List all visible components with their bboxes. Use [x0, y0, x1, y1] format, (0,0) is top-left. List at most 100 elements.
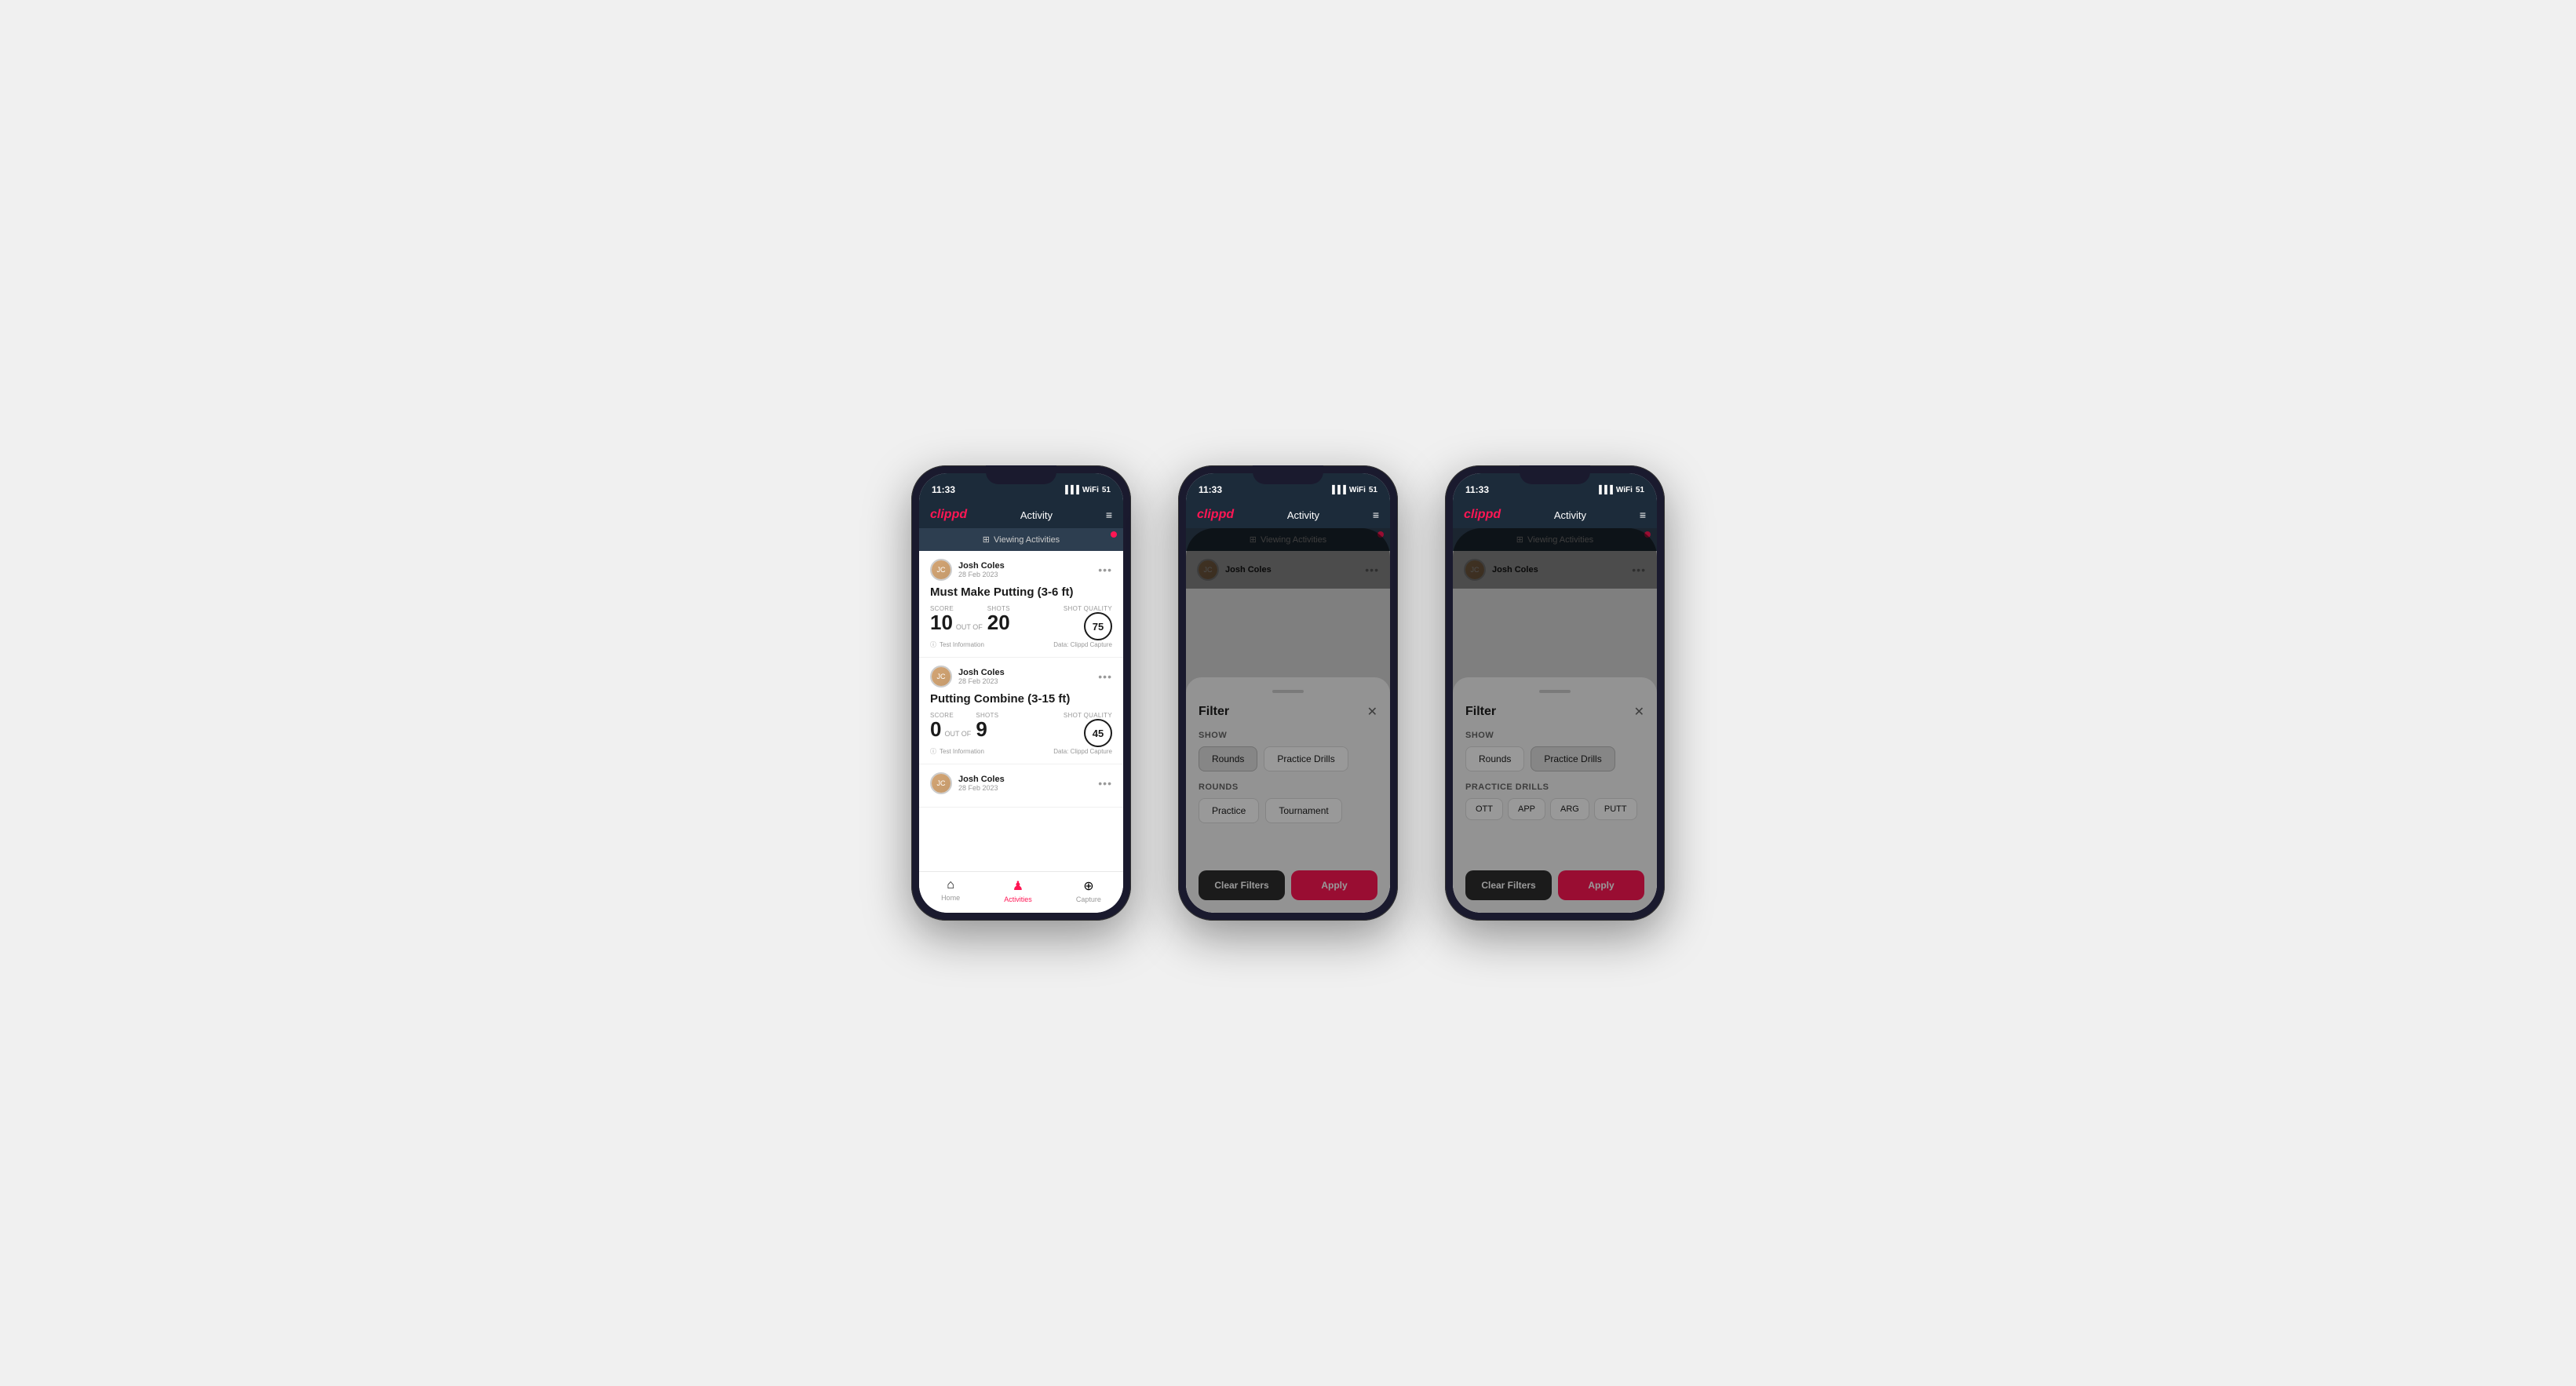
- notch-2: [1253, 465, 1323, 484]
- nav-home-1[interactable]: ⌂ Home: [941, 878, 960, 903]
- app-header-2: clippd Activity ≡: [1186, 502, 1390, 528]
- close-btn-2[interactable]: ✕: [1367, 704, 1377, 720]
- card-footer-1: ⓘ Test Information Data: Clippd Capture: [930, 640, 1112, 649]
- header-title-2: Activity: [1287, 509, 1319, 521]
- filter-overlay-3: Filter ✕ Show Rounds Practice Drills Pra…: [1453, 528, 1657, 913]
- avatar-2: JC: [930, 666, 952, 688]
- show-buttons-2: Rounds Practice Drills: [1199, 746, 1377, 771]
- practice-btn-2[interactable]: Practice: [1199, 798, 1259, 823]
- rounds-label-2: Rounds: [1199, 782, 1377, 792]
- notch-3: [1520, 465, 1590, 484]
- filter-sheet-3: Filter ✕ Show Rounds Practice Drills Pra…: [1453, 677, 1657, 913]
- screens-container: 11:33 ▐▐▐ WiFi 51 clippd Activity ≡ ⊞ Vi…: [911, 465, 1665, 921]
- filter-icon-1: ⊞: [983, 534, 990, 545]
- info-icon-2: ⓘ: [930, 747, 936, 756]
- user-name-3: Josh Coles: [958, 775, 1005, 784]
- test-info-2: ⓘ Test Information: [930, 747, 984, 756]
- viewing-bar-text-1: ⊞ Viewing Activities: [983, 534, 1060, 545]
- activities-icon-1: ♟: [1013, 878, 1023, 894]
- test-info-1: ⓘ Test Information: [930, 640, 984, 649]
- putt-btn-3[interactable]: PUTT: [1594, 798, 1637, 820]
- nav-capture-1[interactable]: ⊕ Capture: [1076, 878, 1101, 903]
- status-icons-2: ▐▐▐ WiFi 51: [1330, 486, 1377, 494]
- notch-1: [986, 465, 1056, 484]
- logo-1: clippd: [930, 508, 967, 522]
- activity-card-2: JC Josh Coles 28 Feb 2023 ••• Putting Co…: [919, 658, 1123, 764]
- ott-btn-3[interactable]: OTT: [1465, 798, 1503, 820]
- avatar-3: JC: [930, 772, 952, 794]
- sq-label-1: Shot Quality: [1064, 605, 1112, 612]
- card-header-2: JC Josh Coles 28 Feb 2023 •••: [930, 666, 1112, 688]
- user-name-1: Josh Coles: [958, 561, 1005, 571]
- filter-footer-3: Clear Filters Apply: [1465, 859, 1644, 900]
- filter-header-3: Filter ✕: [1465, 704, 1644, 720]
- data-label-1: Data: Clippd Capture: [1053, 641, 1112, 648]
- shots-value-2: 9: [976, 717, 987, 741]
- activities-label-1: Activities: [1004, 895, 1032, 903]
- outof-2: OUT OF: [944, 730, 971, 738]
- wifi-icon-2: WiFi: [1349, 486, 1366, 494]
- status-icons-3: ▐▐▐ WiFi 51: [1596, 486, 1644, 494]
- card-footer-2: ⓘ Test Information Data: Clippd Capture: [930, 747, 1112, 756]
- menu-btn-1[interactable]: ≡: [1106, 509, 1112, 521]
- header-title-1: Activity: [1020, 509, 1053, 521]
- arg-btn-3[interactable]: ARG: [1550, 798, 1589, 820]
- show-buttons-3: Rounds Practice Drills: [1465, 746, 1644, 771]
- activity-card-3: JC Josh Coles 28 Feb 2023 •••: [919, 764, 1123, 808]
- filter-title-3: Filter: [1465, 705, 1496, 719]
- viewing-bar-1[interactable]: ⊞ Viewing Activities: [919, 528, 1123, 551]
- drills-show-btn-2[interactable]: Practice Drills: [1264, 746, 1348, 771]
- menu-btn-2[interactable]: ≡: [1373, 509, 1379, 521]
- phone-2: 11:33 ▐▐▐ WiFi 51 clippd Activity ≡ ⊞: [1178, 465, 1398, 921]
- apply-btn-3[interactable]: Apply: [1558, 870, 1644, 900]
- user-date-2: 28 Feb 2023: [958, 677, 1005, 685]
- show-label-2: Show: [1199, 731, 1377, 740]
- shots-value-1: 20: [987, 611, 1010, 634]
- screen-3: 11:33 ▐▐▐ WiFi 51 clippd Activity ≡ ⊞: [1453, 473, 1657, 913]
- rounds-show-btn-2[interactable]: Rounds: [1199, 746, 1257, 771]
- sq-label-2: Shot Quality: [1064, 712, 1112, 719]
- phone-1: 11:33 ▐▐▐ WiFi 51 clippd Activity ≡ ⊞ Vi…: [911, 465, 1131, 921]
- menu-btn-3[interactable]: ≡: [1640, 509, 1646, 521]
- drills-show-btn-3[interactable]: Practice Drills: [1531, 746, 1615, 771]
- nav-activities-1[interactable]: ♟ Activities: [1004, 878, 1032, 903]
- drill-tags-3: OTT APP ARG PUTT: [1465, 798, 1644, 820]
- sheet-handle-2: [1272, 690, 1304, 693]
- filter-footer-2: Clear Filters Apply: [1199, 859, 1377, 900]
- user-info-2: JC Josh Coles 28 Feb 2023: [930, 666, 1005, 688]
- battery-icon-2: 51: [1369, 486, 1377, 494]
- card-header-3: JC Josh Coles 28 Feb 2023 •••: [930, 772, 1112, 794]
- filter-sheet-2: Filter ✕ Show Rounds Practice Drills Rou…: [1186, 677, 1390, 913]
- score-value-2: 0: [930, 719, 941, 739]
- clear-btn-3[interactable]: Clear Filters: [1465, 870, 1552, 900]
- signal-icon-1: ▐▐▐: [1063, 486, 1079, 494]
- time-2: 11:33: [1199, 484, 1222, 495]
- user-name-2: Josh Coles: [958, 668, 1005, 677]
- time-1: 11:33: [932, 484, 955, 495]
- show-label-3: Show: [1465, 731, 1644, 740]
- home-icon-1: ⌂: [947, 878, 954, 892]
- header-title-3: Activity: [1554, 509, 1586, 521]
- battery-icon-1: 51: [1102, 486, 1111, 494]
- activity-title-1: Must Make Putting (3-6 ft): [930, 585, 1112, 599]
- more-btn-1[interactable]: •••: [1098, 564, 1112, 576]
- close-btn-3[interactable]: ✕: [1634, 704, 1644, 720]
- screen-2: 11:33 ▐▐▐ WiFi 51 clippd Activity ≡ ⊞: [1186, 473, 1390, 913]
- user-info-1: JC Josh Coles 28 Feb 2023: [930, 559, 1005, 581]
- home-label-1: Home: [941, 894, 960, 902]
- more-btn-3[interactable]: •••: [1098, 777, 1112, 790]
- rounds-show-btn-3[interactable]: Rounds: [1465, 746, 1524, 771]
- user-date-1: 28 Feb 2023: [958, 571, 1005, 578]
- tournament-btn-2[interactable]: Tournament: [1265, 798, 1341, 823]
- score-value-1: 10: [930, 612, 953, 633]
- clear-btn-2[interactable]: Clear Filters: [1199, 870, 1285, 900]
- drills-label-3: Practice Drills: [1465, 782, 1644, 792]
- apply-btn-2[interactable]: Apply: [1291, 870, 1377, 900]
- filter-overlay-2: Filter ✕ Show Rounds Practice Drills Rou…: [1186, 528, 1390, 913]
- more-btn-2[interactable]: •••: [1098, 670, 1112, 683]
- app-btn-3[interactable]: APP: [1508, 798, 1545, 820]
- screen-1: 11:33 ▐▐▐ WiFi 51 clippd Activity ≡ ⊞ Vi…: [919, 473, 1123, 913]
- activity-list-1: JC Josh Coles 28 Feb 2023 ••• Must Make …: [919, 551, 1123, 871]
- sq-badge-1: 75: [1084, 612, 1112, 640]
- sheet-handle-3: [1539, 690, 1571, 693]
